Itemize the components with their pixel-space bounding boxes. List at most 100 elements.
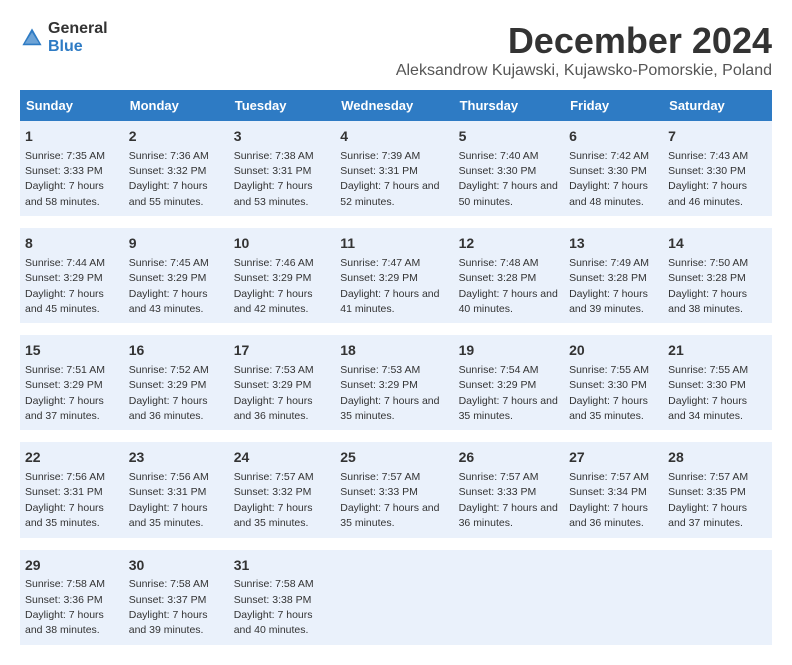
day-info: Sunrise: 7:53 AMSunset: 3:29 PMDaylight:… (340, 364, 439, 422)
day-number: 12 (459, 234, 559, 254)
calendar-week-row: 15 Sunrise: 7:51 AMSunset: 3:29 PMDaylig… (20, 335, 772, 430)
calendar-cell: 14 Sunrise: 7:50 AMSunset: 3:28 PMDaylig… (663, 228, 772, 323)
day-number: 19 (459, 341, 559, 361)
calendar-cell: 2 Sunrise: 7:36 AMSunset: 3:32 PMDayligh… (124, 121, 229, 216)
day-number: 14 (668, 234, 767, 254)
column-header-saturday: Saturday (663, 90, 772, 121)
calendar-cell: 18 Sunrise: 7:53 AMSunset: 3:29 PMDaylig… (335, 335, 453, 430)
title-section: December 2024 Aleksandrow Kujawski, Kuja… (396, 20, 772, 80)
day-number: 16 (129, 341, 224, 361)
day-info: Sunrise: 7:55 AMSunset: 3:30 PMDaylight:… (668, 364, 748, 422)
subtitle: Aleksandrow Kujawski, Kujawsko-Pomorskie… (396, 62, 772, 80)
day-number: 11 (340, 234, 448, 254)
calendar-cell: 7 Sunrise: 7:43 AMSunset: 3:30 PMDayligh… (663, 121, 772, 216)
column-header-tuesday: Tuesday (229, 90, 336, 121)
day-info: Sunrise: 7:49 AMSunset: 3:28 PMDaylight:… (569, 257, 649, 315)
calendar-cell: 29 Sunrise: 7:58 AMSunset: 3:36 PMDaylig… (20, 550, 124, 645)
calendar-cell: 10 Sunrise: 7:46 AMSunset: 3:29 PMDaylig… (229, 228, 336, 323)
day-info: Sunrise: 7:56 AMSunset: 3:31 PMDaylight:… (25, 471, 105, 529)
calendar-cell: 28 Sunrise: 7:57 AMSunset: 3:35 PMDaylig… (663, 442, 772, 537)
day-info: Sunrise: 7:55 AMSunset: 3:30 PMDaylight:… (569, 364, 649, 422)
day-number: 27 (569, 448, 658, 468)
day-number: 20 (569, 341, 658, 361)
day-number: 10 (234, 234, 331, 254)
spacer-cell (20, 538, 772, 550)
calendar-cell: 21 Sunrise: 7:55 AMSunset: 3:30 PMDaylig… (663, 335, 772, 430)
day-number: 28 (668, 448, 767, 468)
day-info: Sunrise: 7:38 AMSunset: 3:31 PMDaylight:… (234, 150, 314, 208)
calendar-cell (663, 550, 772, 645)
header: General Blue December 2024 Aleksandrow K… (20, 20, 772, 80)
spacer-cell (20, 216, 772, 228)
calendar-cell: 6 Sunrise: 7:42 AMSunset: 3:30 PMDayligh… (564, 121, 663, 216)
calendar-cell: 9 Sunrise: 7:45 AMSunset: 3:29 PMDayligh… (124, 228, 229, 323)
column-header-sunday: Sunday (20, 90, 124, 121)
day-info: Sunrise: 7:58 AMSunset: 3:36 PMDaylight:… (25, 578, 105, 636)
calendar-cell: 8 Sunrise: 7:44 AMSunset: 3:29 PMDayligh… (20, 228, 124, 323)
column-header-friday: Friday (564, 90, 663, 121)
day-info: Sunrise: 7:54 AMSunset: 3:29 PMDaylight:… (459, 364, 558, 422)
logo: General Blue (20, 20, 108, 56)
column-header-thursday: Thursday (454, 90, 564, 121)
calendar-cell: 3 Sunrise: 7:38 AMSunset: 3:31 PMDayligh… (229, 121, 336, 216)
calendar-cell: 17 Sunrise: 7:53 AMSunset: 3:29 PMDaylig… (229, 335, 336, 430)
day-info: Sunrise: 7:40 AMSunset: 3:30 PMDaylight:… (459, 150, 558, 208)
day-number: 15 (25, 341, 119, 361)
calendar-cell: 20 Sunrise: 7:55 AMSunset: 3:30 PMDaylig… (564, 335, 663, 430)
day-number: 30 (129, 556, 224, 576)
day-info: Sunrise: 7:57 AMSunset: 3:32 PMDaylight:… (234, 471, 314, 529)
day-number: 5 (459, 127, 559, 147)
calendar-week-row: 29 Sunrise: 7:58 AMSunset: 3:36 PMDaylig… (20, 550, 772, 645)
calendar-cell: 1 Sunrise: 7:35 AMSunset: 3:33 PMDayligh… (20, 121, 124, 216)
day-number: 17 (234, 341, 331, 361)
day-number: 25 (340, 448, 448, 468)
day-info: Sunrise: 7:48 AMSunset: 3:28 PMDaylight:… (459, 257, 558, 315)
calendar-cell: 12 Sunrise: 7:48 AMSunset: 3:28 PMDaylig… (454, 228, 564, 323)
calendar-cell: 30 Sunrise: 7:58 AMSunset: 3:37 PMDaylig… (124, 550, 229, 645)
day-info: Sunrise: 7:42 AMSunset: 3:30 PMDaylight:… (569, 150, 649, 208)
day-info: Sunrise: 7:58 AMSunset: 3:38 PMDaylight:… (234, 578, 314, 636)
day-info: Sunrise: 7:57 AMSunset: 3:33 PMDaylight:… (459, 471, 558, 529)
calendar-header-row: SundayMondayTuesdayWednesdayThursdayFrid… (20, 90, 772, 121)
calendar-cell: 11 Sunrise: 7:47 AMSunset: 3:29 PMDaylig… (335, 228, 453, 323)
day-number: 3 (234, 127, 331, 147)
day-info: Sunrise: 7:35 AMSunset: 3:33 PMDaylight:… (25, 150, 105, 208)
calendar-cell: 26 Sunrise: 7:57 AMSunset: 3:33 PMDaylig… (454, 442, 564, 537)
day-info: Sunrise: 7:53 AMSunset: 3:29 PMDaylight:… (234, 364, 314, 422)
day-info: Sunrise: 7:44 AMSunset: 3:29 PMDaylight:… (25, 257, 105, 315)
day-number: 21 (668, 341, 767, 361)
day-info: Sunrise: 7:57 AMSunset: 3:35 PMDaylight:… (668, 471, 748, 529)
calendar-week-row: 22 Sunrise: 7:56 AMSunset: 3:31 PMDaylig… (20, 442, 772, 537)
day-number: 26 (459, 448, 559, 468)
calendar-cell (335, 550, 453, 645)
day-info: Sunrise: 7:46 AMSunset: 3:29 PMDaylight:… (234, 257, 314, 315)
day-number: 18 (340, 341, 448, 361)
calendar-cell: 5 Sunrise: 7:40 AMSunset: 3:30 PMDayligh… (454, 121, 564, 216)
calendar-cell (564, 550, 663, 645)
logo-general: General (48, 20, 108, 37)
week-spacer (20, 430, 772, 442)
calendar-cell: 13 Sunrise: 7:49 AMSunset: 3:28 PMDaylig… (564, 228, 663, 323)
calendar-cell: 27 Sunrise: 7:57 AMSunset: 3:34 PMDaylig… (564, 442, 663, 537)
week-spacer (20, 538, 772, 550)
day-number: 9 (129, 234, 224, 254)
calendar-cell: 23 Sunrise: 7:56 AMSunset: 3:31 PMDaylig… (124, 442, 229, 537)
logo-icon (20, 26, 44, 50)
day-number: 24 (234, 448, 331, 468)
day-info: Sunrise: 7:57 AMSunset: 3:33 PMDaylight:… (340, 471, 439, 529)
day-number: 13 (569, 234, 658, 254)
calendar-cell: 31 Sunrise: 7:58 AMSunset: 3:38 PMDaylig… (229, 550, 336, 645)
column-header-monday: Monday (124, 90, 229, 121)
day-info: Sunrise: 7:56 AMSunset: 3:31 PMDaylight:… (129, 471, 209, 529)
day-info: Sunrise: 7:47 AMSunset: 3:29 PMDaylight:… (340, 257, 439, 315)
day-number: 8 (25, 234, 119, 254)
calendar-cell: 15 Sunrise: 7:51 AMSunset: 3:29 PMDaylig… (20, 335, 124, 430)
day-number: 6 (569, 127, 658, 147)
calendar-week-row: 1 Sunrise: 7:35 AMSunset: 3:33 PMDayligh… (20, 121, 772, 216)
calendar-table: SundayMondayTuesdayWednesdayThursdayFrid… (20, 90, 772, 645)
day-number: 4 (340, 127, 448, 147)
logo-blue: Blue (48, 38, 83, 55)
main-title: December 2024 (396, 20, 772, 62)
calendar-cell: 19 Sunrise: 7:54 AMSunset: 3:29 PMDaylig… (454, 335, 564, 430)
day-number: 22 (25, 448, 119, 468)
